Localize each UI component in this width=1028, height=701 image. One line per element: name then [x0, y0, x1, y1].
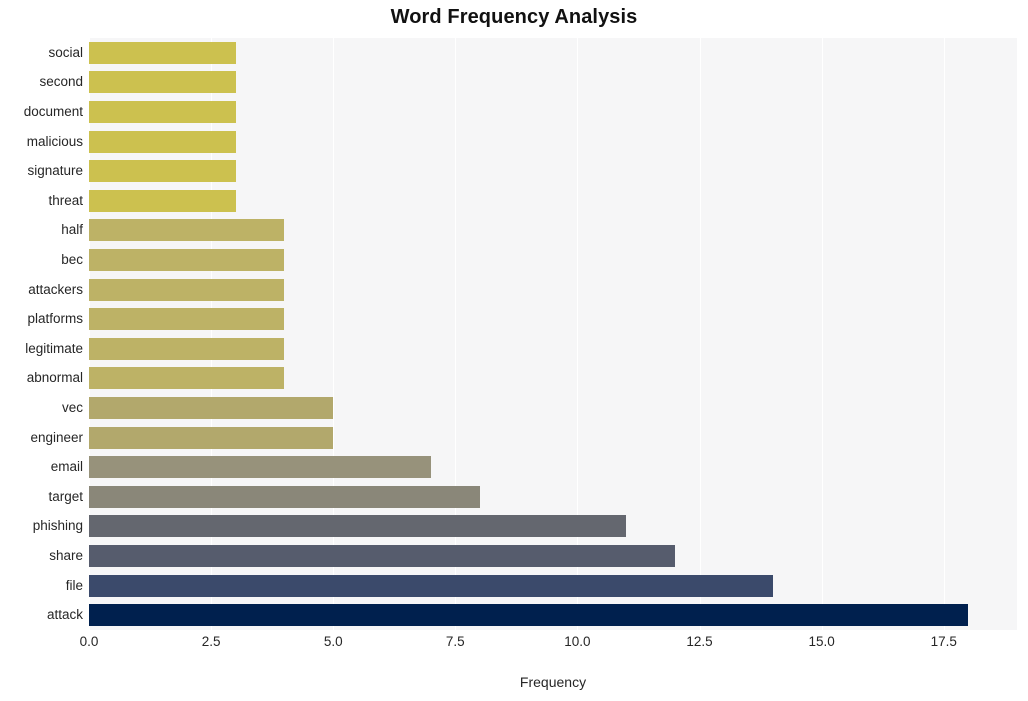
- x-axis-title: Frequency: [519, 674, 587, 690]
- plot-area: [89, 38, 1017, 630]
- y-tick-label: bec: [61, 252, 83, 267]
- y-tick-label: phishing: [32, 518, 83, 534]
- bar: [89, 337, 285, 360]
- bar: [89, 278, 285, 301]
- bar: [89, 456, 431, 479]
- y-tick-label: attack: [46, 607, 83, 623]
- y-tick-label: signature: [27, 163, 83, 179]
- bar: [89, 604, 969, 627]
- y-tick-label: second: [39, 74, 83, 90]
- bar: [89, 101, 236, 123]
- y-tick-label: file: [65, 577, 83, 593]
- bar: [89, 160, 236, 183]
- y-tick-label: vec: [61, 400, 83, 415]
- y-tick-label: document: [23, 104, 83, 119]
- y-tick-label: share: [49, 548, 83, 563]
- y-tick-label: malicious: [26, 133, 83, 149]
- y-tick-label: engineer: [30, 429, 83, 445]
- y-tick-label: social: [48, 44, 83, 60]
- x-tick-label: 17.5: [930, 634, 957, 649]
- bar: [89, 249, 285, 271]
- bar: [89, 71, 236, 94]
- x-axis-tick-labels: 0.0 2.5 5.0 7.5 10.0 12.5 15.0 17.5: [80, 634, 1017, 658]
- x-tick-label: 0.0: [79, 634, 99, 649]
- y-tick-label: email: [50, 459, 83, 475]
- bar: [89, 485, 480, 508]
- y-tick-label: abnormal: [26, 370, 83, 386]
- bar: [89, 41, 236, 64]
- y-tick-label: legitimate: [25, 340, 83, 356]
- y-tick-label: half: [61, 222, 83, 238]
- bars-container: [89, 38, 1017, 630]
- x-tick-label: 10.0: [564, 634, 591, 649]
- bar: [89, 545, 676, 567]
- y-tick-label: threat: [48, 192, 83, 208]
- bar: [89, 397, 334, 419]
- y-axis-tick-labels: attack file share phishing target email engine…: [0, 38, 83, 630]
- chart-title: Word Frequency Analysis: [390, 6, 638, 28]
- x-tick-label: 15.0: [808, 634, 835, 649]
- bar: [89, 189, 236, 212]
- bar: [89, 219, 285, 242]
- bar: [89, 426, 334, 449]
- bar: [89, 367, 285, 390]
- bar: [89, 515, 627, 538]
- word-frequency-chart-figure: Word Frequency Analysis attack file share p…: [0, 0, 1028, 701]
- y-tick-label: target: [48, 488, 83, 504]
- x-tick-label: 7.5: [445, 634, 465, 649]
- x-tick-label: 5.0: [323, 634, 343, 649]
- y-tick-label: attackers: [28, 281, 83, 297]
- x-tick-label: 12.5: [686, 634, 713, 649]
- bar: [89, 574, 773, 597]
- bar: [89, 130, 236, 153]
- x-tick-label: 2.5: [201, 634, 221, 649]
- bar: [89, 308, 285, 331]
- y-tick-label: platforms: [27, 311, 83, 327]
